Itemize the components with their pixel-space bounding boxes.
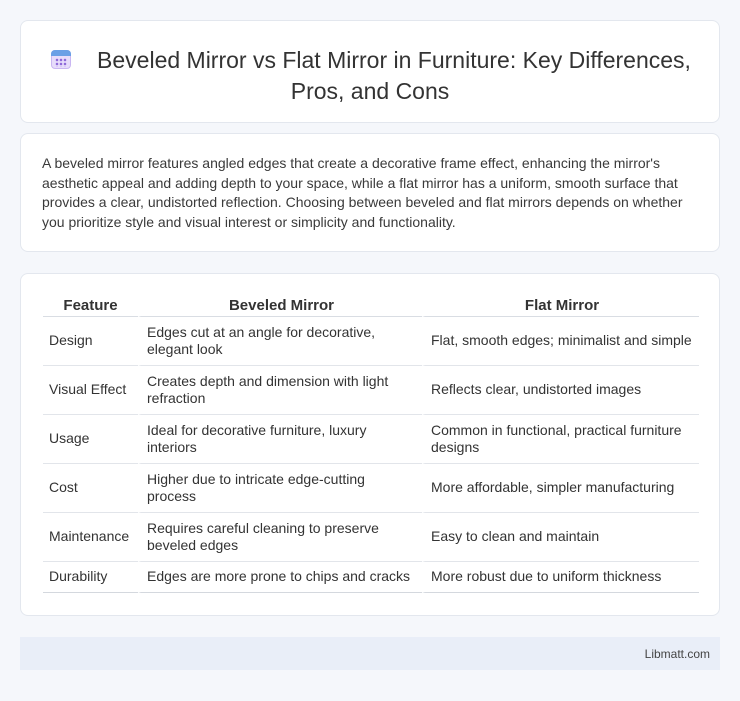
intro-paragraph: A beveled mirror features angled edges t… — [42, 155, 683, 230]
table-row: Design Edges cut at an angle for decorat… — [43, 317, 699, 366]
feature-cell: Maintenance — [43, 513, 138, 562]
beveled-cell: Higher due to intricate edge-cutting pro… — [138, 464, 422, 513]
page-title: Beveled Mirror vs Flat Mirror in Furnitu… — [97, 47, 691, 104]
header-beveled-mirror: Beveled Mirror — [138, 295, 422, 317]
table-row: Durability Edges are more prone to chips… — [43, 562, 699, 593]
table-row: Cost Higher due to intricate edge-cuttin… — [43, 464, 699, 513]
calendar-icon — [49, 47, 73, 71]
beveled-cell: Edges are more prone to chips and cracks — [138, 562, 422, 593]
flat-cell: Common in functional, practical furnitur… — [422, 415, 699, 464]
page-title-wrap: Beveled Mirror vs Flat Mirror in Furnitu… — [21, 45, 719, 107]
feature-cell: Durability — [43, 562, 138, 593]
flat-cell: Reflects clear, undistorted images — [422, 366, 699, 415]
header-feature: Feature — [43, 295, 138, 317]
comparison-card: Feature Beveled Mirror Flat Mirror Desig… — [20, 273, 720, 616]
table-row: Maintenance Requires careful cleaning to… — [43, 513, 699, 562]
table-row: Usage Ideal for decorative furniture, lu… — [43, 415, 699, 464]
feature-cell: Usage — [43, 415, 138, 464]
header-flat-mirror: Flat Mirror — [422, 295, 699, 317]
beveled-cell: Creates depth and dimension with light r… — [138, 366, 422, 415]
flat-cell: More robust due to uniform thickness — [422, 562, 699, 593]
footer: Libmatt.com — [20, 637, 720, 670]
flat-cell: Flat, smooth edges; minimalist and simpl… — [422, 317, 699, 366]
beveled-cell: Ideal for decorative furniture, luxury i… — [138, 415, 422, 464]
feature-cell: Cost — [43, 464, 138, 513]
footer-brand: Libmatt.com — [644, 647, 710, 661]
table-header-row: Feature Beveled Mirror Flat Mirror — [43, 295, 699, 317]
intro-card: A beveled mirror features angled edges t… — [20, 133, 720, 252]
comparison-table: Feature Beveled Mirror Flat Mirror Desig… — [43, 295, 699, 593]
feature-cell: Visual Effect — [43, 366, 138, 415]
flat-cell: Easy to clean and maintain — [422, 513, 699, 562]
table-row: Visual Effect Creates depth and dimensio… — [43, 366, 699, 415]
feature-cell: Design — [43, 317, 138, 366]
beveled-cell: Requires careful cleaning to preserve be… — [138, 513, 422, 562]
title-card: Beveled Mirror vs Flat Mirror in Furnitu… — [20, 20, 720, 123]
beveled-cell: Edges cut at an angle for decorative, el… — [138, 317, 422, 366]
flat-cell: More affordable, simpler manufacturing — [422, 464, 699, 513]
